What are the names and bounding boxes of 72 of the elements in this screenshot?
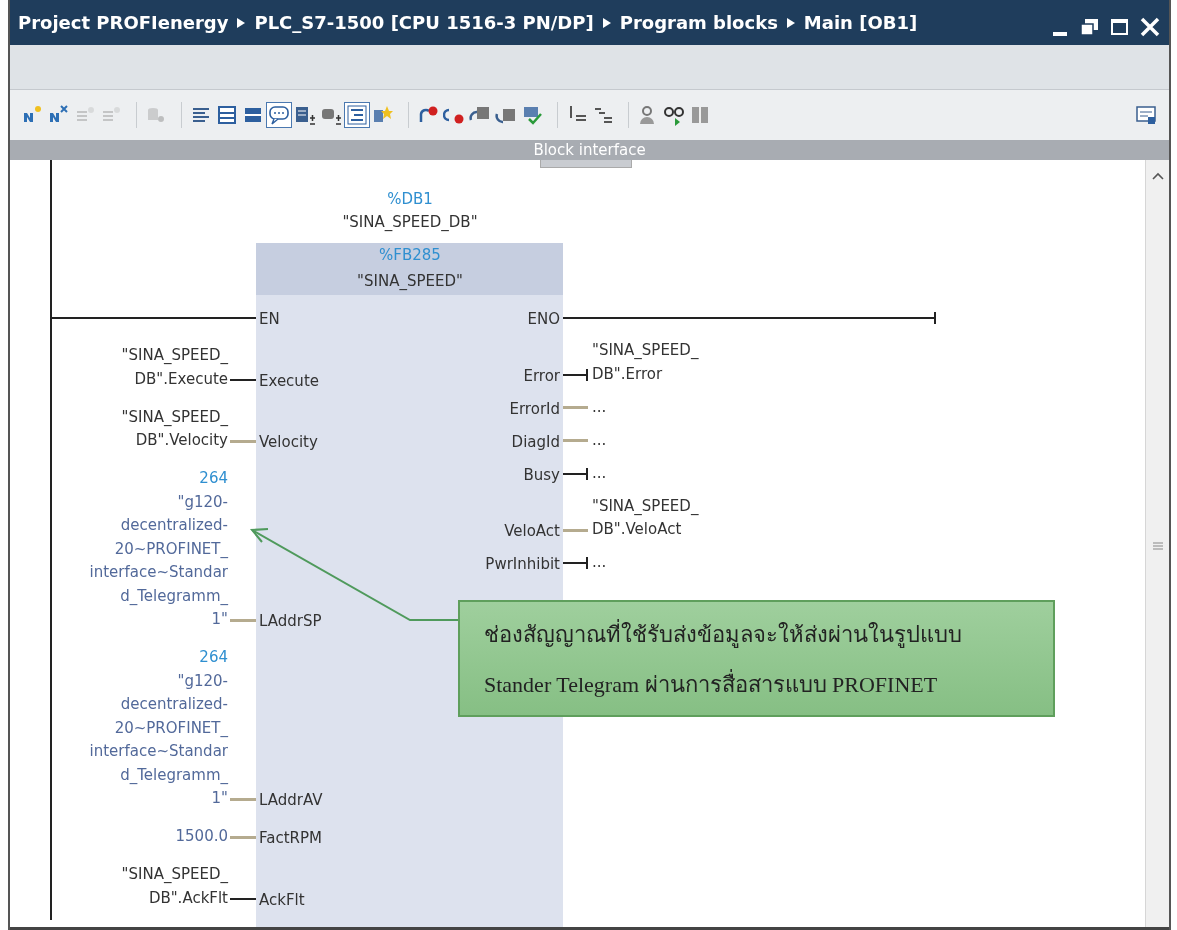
pin-label: Busy <box>523 464 560 486</box>
minimize-icon <box>1053 31 1067 36</box>
wire-end-cap <box>586 557 588 569</box>
operand-label: 264 <box>199 468 228 490</box>
connection-wire <box>230 835 256 839</box>
connection-wire <box>230 618 256 622</box>
callout-note: ช่องสัญญาณที่ใช้รับส่งข้อมูลจะให้ส่งผ่านในรูปแบบ Stander Telegram ผ่านการสื่อสารแบบ PROFINET <box>458 600 1055 717</box>
pin-label: ENO <box>527 309 560 330</box>
block-name: "SINA_SPEED" <box>356 271 464 292</box>
connection-wire <box>563 528 588 532</box>
scroll-up-icon[interactable] <box>1151 172 1164 180</box>
breadcrumb-item[interactable]: Program blocks <box>619 9 778 36</box>
pin-label: Velocity <box>259 432 318 453</box>
wire-end-cap <box>586 467 588 480</box>
panes-icon <box>216 104 238 126</box>
connection-wire <box>230 439 256 443</box>
glasses-icon <box>663 104 685 126</box>
check-icon <box>521 104 543 126</box>
wire-end-cap <box>934 312 936 324</box>
connection-wire <box>230 378 256 381</box>
pin-label: VeloAct <box>504 521 560 542</box>
connection-wire <box>563 472 588 475</box>
operand-label: "g120- decentralized- 20~PROFINET_ interface~Standar d_Telegramm_ 1" <box>89 491 228 631</box>
breadcrumb-arrow-icon <box>785 16 796 29</box>
operand-label: ... <box>592 552 607 574</box>
pin-label: ErrorId <box>509 398 560 420</box>
operand-label: ... <box>592 429 607 451</box>
breadcrumb-item[interactable]: Project PROFIenergy <box>18 9 229 36</box>
connection-wire <box>563 406 588 409</box>
scroll-grip-icon[interactable] <box>1152 542 1163 550</box>
instance-name: "SINA_SPEED_DB" <box>341 212 479 233</box>
splitter-handle[interactable] <box>540 160 632 168</box>
connection-wire <box>563 562 588 564</box>
close-icon <box>1139 15 1161 38</box>
breadcrumb-item[interactable]: PLC_S7-1500 [CPU 1516-3 PN/DP] <box>254 9 594 36</box>
block-address: %FB285 <box>378 245 442 266</box>
toolbar-button[interactable] <box>266 102 292 128</box>
operand-label: 264 <box>199 647 228 669</box>
connection-wire <box>563 373 588 376</box>
breadcrumb-arrow-icon <box>601 16 612 29</box>
window-layout-icon <box>1135 104 1157 126</box>
pin-label: LAddrSP <box>259 611 322 632</box>
connection-wire <box>563 439 588 442</box>
connection-wire <box>230 797 256 801</box>
pin-label: FactRPM <box>259 828 322 849</box>
connection-wire <box>230 897 256 900</box>
comment-icon <box>268 104 290 126</box>
pin-label: Error <box>523 365 560 387</box>
operand-label: "SINA_SPEED_ DB".AckFlt <box>121 864 228 909</box>
operand-label: "SINA_SPEED_ DB".VeloAct <box>592 495 699 541</box>
breadcrumb-item[interactable]: Main [OB1] <box>803 9 918 36</box>
operand-label: "SINA_SPEED_ DB".Execute <box>121 345 228 390</box>
pin-label: PwrInhibit <box>485 554 560 575</box>
pin-label: EN <box>259 309 280 330</box>
breadcrumb-arrow-icon <box>236 16 247 29</box>
list-download-icon <box>294 104 316 126</box>
wire-end-cap <box>586 368 588 381</box>
instance-address: %DB1 <box>386 189 434 210</box>
operand-label: "g120- decentralized- 20~PROFINET_ interface~Standar d_Telegramm_ 1" <box>89 670 228 810</box>
pin-label: AckFlt <box>259 889 305 911</box>
operand-label: "SINA_SPEED_ DB".Velocity <box>121 406 228 452</box>
operand-label: ... <box>592 396 607 418</box>
vertical-scrollbar[interactable] <box>1145 160 1169 927</box>
split-pane-icon <box>689 104 711 126</box>
operand-label: ... <box>592 462 607 484</box>
indent-list-icon <box>346 104 368 126</box>
pin-label: DiagId <box>511 431 560 453</box>
pin-label: LAddrAV <box>259 790 323 811</box>
toolbar-button[interactable] <box>344 102 370 128</box>
operand-label: "SINA_SPEED_ DB".Error <box>592 340 699 385</box>
pin-label: Execute <box>259 370 319 392</box>
operand-label: 1500.0 <box>175 826 228 848</box>
